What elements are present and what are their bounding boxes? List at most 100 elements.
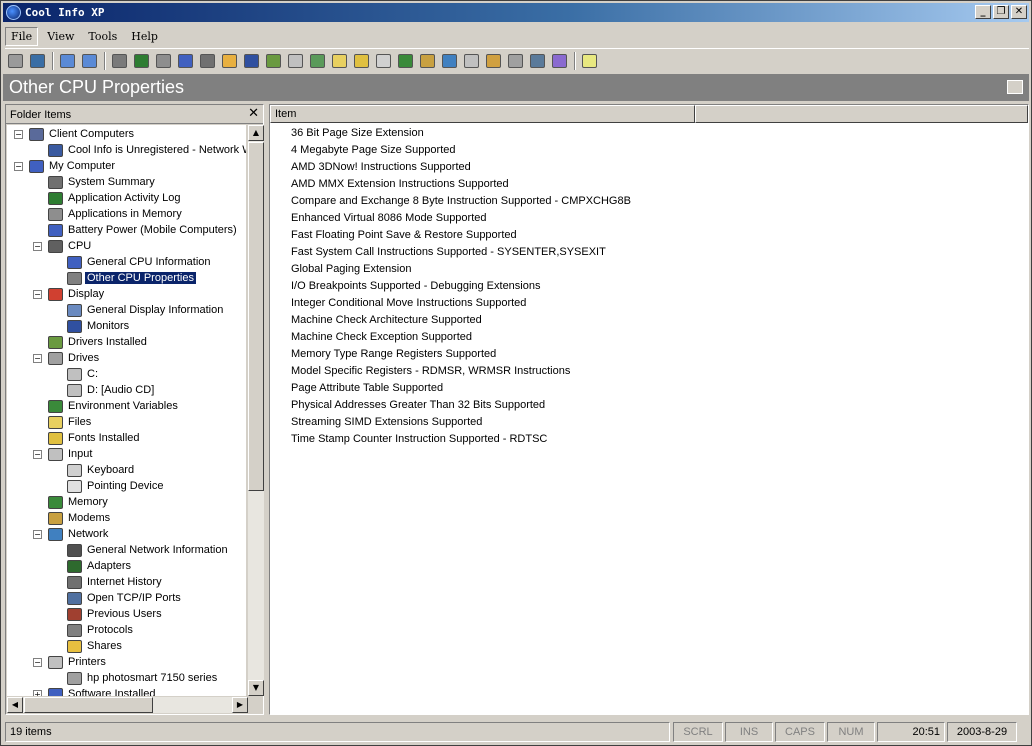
tree-item[interactable]: Battery Power (Mobile Computers) [48, 222, 239, 238]
column-header-value[interactable] [695, 105, 1028, 123]
toolbar-drives-button[interactable] [285, 51, 306, 71]
toolbar-input-button[interactable] [373, 51, 394, 71]
tree-expander[interactable]: − [33, 530, 42, 539]
tree-item[interactable]: Cool Info is Unregistered - Network W [48, 142, 246, 158]
list-item[interactable]: Compare and Exchange 8 Byte Instruction … [291, 195, 631, 212]
toolbar-battery-button[interactable] [175, 51, 196, 71]
tree-item[interactable]: Applications in Memory [48, 206, 184, 222]
list-item[interactable]: Model Specific Registers - RDMSR, WRMSR … [291, 365, 570, 382]
list-item[interactable]: I/O Breakpoints Supported - Debugging Ex… [291, 280, 540, 297]
tree-item[interactable]: Adapters [67, 558, 133, 574]
tree-expander[interactable]: − [33, 290, 42, 299]
toolbar-refresh-network-button[interactable] [79, 51, 100, 71]
tree-item[interactable]: Pointing Device [67, 478, 165, 494]
toolbar-sound-button[interactable] [505, 51, 526, 71]
scroll-right-button[interactable]: ▶ [232, 697, 248, 713]
toolbar-display-button[interactable] [219, 51, 240, 71]
toolbar-startup-button[interactable] [549, 51, 570, 71]
tree-expander[interactable]: − [33, 658, 42, 667]
tree-item[interactable]: Modems [48, 510, 112, 526]
menu-tools[interactable]: Tools [83, 28, 122, 45]
tree-expander[interactable]: − [14, 162, 23, 171]
app-globe-icon[interactable] [6, 5, 21, 20]
tree-item[interactable]: Memory [48, 494, 110, 510]
toolbar-modems-button[interactable] [417, 51, 438, 71]
tree-item[interactable]: Keyboard [67, 462, 136, 478]
tree-item[interactable]: Drivers Installed [48, 334, 149, 350]
toolbar-client-connect-button[interactable] [27, 51, 48, 71]
list-item[interactable]: Enhanced Virtual 8086 Mode Supported [291, 212, 487, 229]
vertical-scroll-thumb[interactable] [248, 142, 264, 491]
list-item[interactable]: Streaming SIMD Extensions Supported [291, 416, 482, 433]
list-item[interactable]: Machine Check Architecture Supported [291, 314, 482, 331]
toolbar-fonts-button[interactable] [351, 51, 372, 71]
toolbar-services-button[interactable] [527, 51, 548, 71]
tree-item[interactable]: System Summary [48, 174, 157, 190]
tree-item[interactable]: General CPU Information [67, 254, 213, 270]
tree-item[interactable]: General Network Information [67, 542, 230, 558]
tree-item[interactable]: My Computer [29, 158, 117, 174]
toolbar-refresh-button[interactable] [57, 51, 78, 71]
scroll-up-button[interactable]: ▲ [248, 125, 264, 141]
tree-item[interactable]: General Display Information [67, 302, 225, 318]
tree-item[interactable]: Drives [48, 350, 101, 366]
tree-item[interactable]: Environment Variables [48, 398, 180, 414]
list-item[interactable]: 36 Bit Page Size Extension [291, 127, 424, 144]
toolbar-drivers-button[interactable] [263, 51, 284, 71]
menu-file[interactable]: File [5, 26, 39, 46]
close-button[interactable]: ✕ [1011, 5, 1027, 19]
tree-expander[interactable]: − [33, 242, 42, 251]
tree-horizontal-scrollbar[interactable]: ◀ ▶ [7, 697, 248, 713]
tree-item[interactable]: Files [48, 414, 93, 430]
restore-button[interactable]: ❐ [993, 5, 1009, 19]
folder-tree[interactable]: − Client Computers Cool Info is Unregister… [7, 125, 246, 696]
column-header-item[interactable]: Item [270, 105, 695, 123]
toolbar-applications-button[interactable] [153, 51, 174, 71]
toolbar-printers-button[interactable] [461, 51, 482, 71]
tree-item[interactable]: Monitors [67, 318, 131, 334]
tree-item[interactable]: D: [Audio CD] [67, 382, 156, 398]
list-item[interactable]: AMD MMX Extension Instructions Supported [291, 178, 509, 195]
toolbar-monitor-button[interactable] [241, 51, 262, 71]
tree-expander[interactable]: + [33, 690, 42, 696]
tree-vertical-scrollbar[interactable]: ▲ ▼ [248, 125, 264, 696]
tree-expander[interactable]: − [14, 130, 23, 139]
toolbar-system-summary-button[interactable] [109, 51, 130, 71]
list-item[interactable]: Time Stamp Counter Instruction Supported… [291, 433, 547, 450]
list-item[interactable]: Memory Type Range Registers Supported [291, 348, 496, 365]
toolbar-help-button[interactable] [579, 51, 600, 71]
toolbar-network-button[interactable] [439, 51, 460, 71]
toolbar-activity-log-button[interactable] [131, 51, 152, 71]
horizontal-scroll-thumb[interactable] [24, 697, 153, 713]
scroll-down-button[interactable]: ▼ [248, 680, 264, 696]
tree-item[interactable]: Previous Users [67, 606, 164, 622]
list-item[interactable]: Page Attribute Table Supported [291, 382, 443, 399]
tree-item[interactable]: Shares [67, 638, 124, 654]
list-item[interactable]: Fast System Call Instructions Supported … [291, 246, 606, 263]
toolbar-software-button[interactable] [483, 51, 504, 71]
tree-item[interactable]: hp photosmart 7150 series [67, 670, 219, 686]
tree-item[interactable]: Client Computers [29, 126, 136, 142]
tree-item[interactable]: Software Installed [48, 686, 157, 696]
minimize-button[interactable]: _ [975, 5, 991, 19]
tree-expander[interactable]: − [33, 450, 42, 459]
toolbar-files-button[interactable] [329, 51, 350, 71]
list-item[interactable]: Fast Floating Point Save & Restore Suppo… [291, 229, 517, 246]
tree-item[interactable]: Internet History [67, 574, 164, 590]
tree-item[interactable]: Protocols [67, 622, 135, 638]
tree-item[interactable]: Open TCP/IP Ports [67, 590, 183, 606]
tree-item[interactable]: Fonts Installed [48, 430, 142, 446]
list-item[interactable]: Integer Conditional Move Instructions Su… [291, 297, 526, 314]
list-item[interactable]: AMD 3DNow! Instructions Supported [291, 161, 471, 178]
toolbar-memory-button[interactable] [395, 51, 416, 71]
close-pane-icon[interactable]: ✕ [248, 107, 259, 121]
tree-item[interactable]: Application Activity Log [48, 190, 183, 206]
list-item[interactable]: 4 Megabyte Page Size Supported [291, 144, 456, 161]
tree-item[interactable]: Network [48, 526, 110, 542]
title-bar[interactable]: Cool Info XP _ ❐ ✕ [3, 3, 1029, 22]
scroll-left-button[interactable]: ◀ [7, 697, 23, 713]
menu-help[interactable]: Help [126, 28, 163, 45]
pane-options-icon[interactable] [1007, 80, 1023, 94]
tree-expander[interactable]: − [33, 354, 42, 363]
toolbar-cpu-button[interactable] [197, 51, 218, 71]
